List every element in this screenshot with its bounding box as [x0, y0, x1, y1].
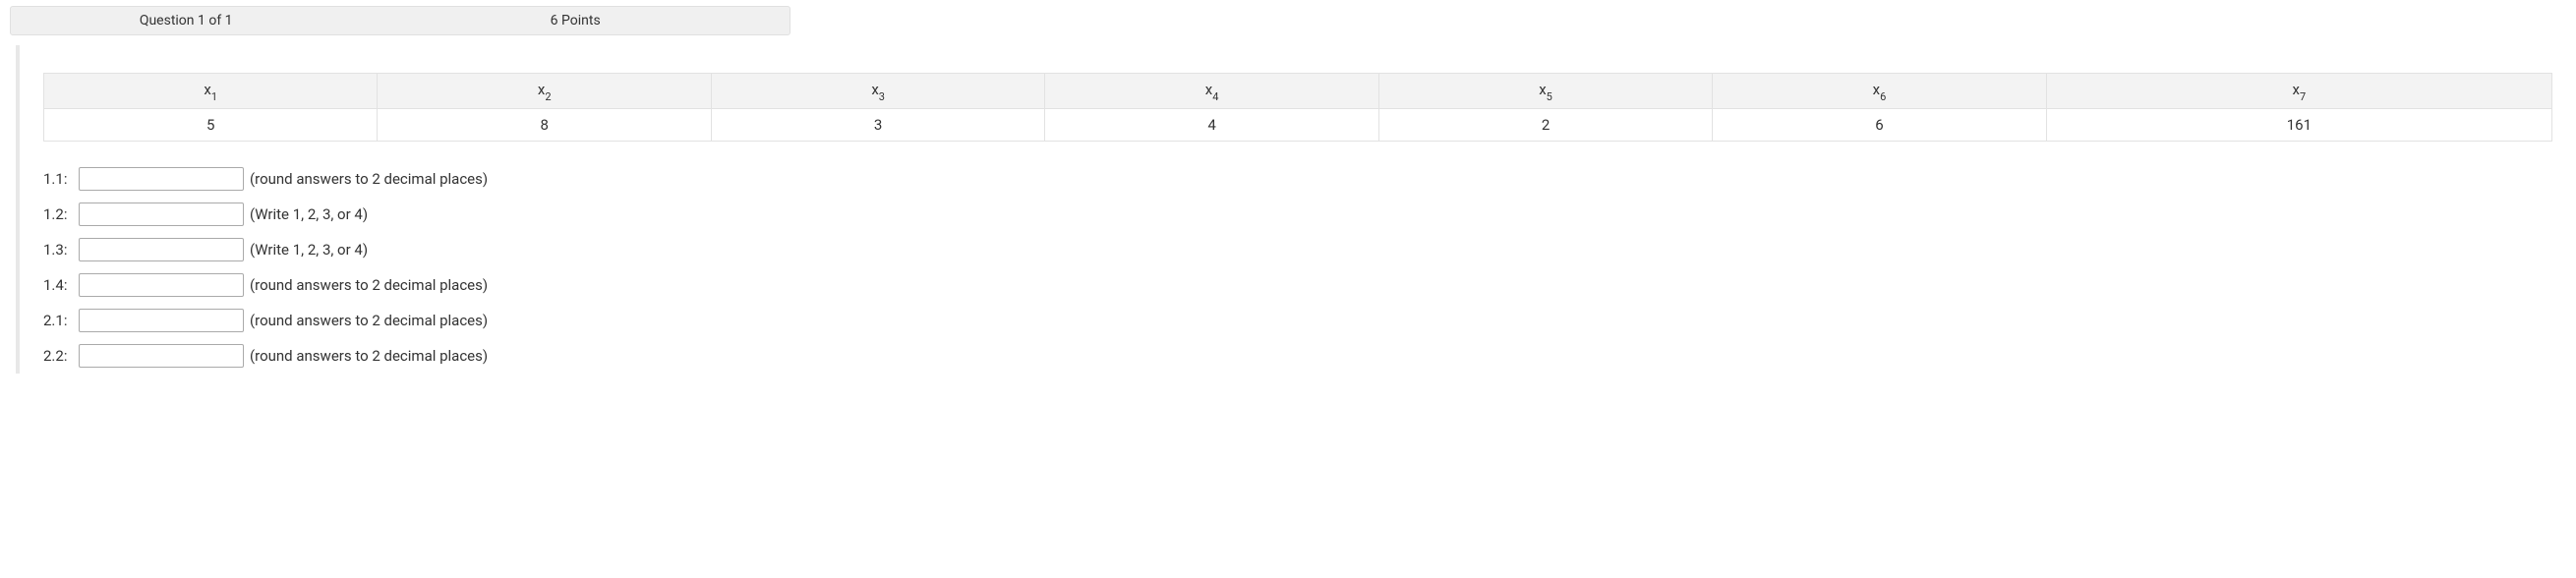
answer-input-1-3[interactable] [79, 238, 244, 261]
answer-label: 1.3: [43, 241, 73, 259]
answer-hint: (round answers to 2 decimal places) [250, 276, 488, 294]
answer-row: 2.2: (round answers to 2 decimal places) [43, 344, 2552, 368]
table-cell: 8 [378, 109, 711, 142]
table-header-cell: x4 [1045, 74, 1378, 109]
data-table: x1 x2 x3 x4 x5 x6 x7 5 8 3 4 2 6 161 [43, 73, 2552, 142]
table-header-cell: x1 [44, 74, 378, 109]
answer-row: 1.4: (round answers to 2 decimal places) [43, 273, 2552, 297]
question-content: x1 x2 x3 x4 x5 x6 x7 5 8 3 4 2 6 161 1.1… [16, 45, 2576, 374]
answer-input-2-1[interactable] [79, 309, 244, 332]
answer-label: 2.2: [43, 347, 73, 365]
answer-row: 1.3: (Write 1, 2, 3, or 4) [43, 238, 2552, 261]
question-points-label: 6 Points [361, 7, 790, 34]
answer-label: 1.4: [43, 276, 73, 294]
table-cell: 161 [2046, 109, 2551, 142]
table-header-cell: x6 [1713, 74, 2046, 109]
table-header-cell: x2 [378, 74, 711, 109]
table-header-cell: x7 [2046, 74, 2551, 109]
answer-input-1-2[interactable] [79, 202, 244, 226]
table-data-row: 5 8 3 4 2 6 161 [44, 109, 2552, 142]
table-header-row: x1 x2 x3 x4 x5 x6 x7 [44, 74, 2552, 109]
table-header-cell: x5 [1378, 74, 1712, 109]
table-cell: 4 [1045, 109, 1378, 142]
answer-label: 1.2: [43, 205, 73, 223]
answer-row: 2.1: (round answers to 2 decimal places) [43, 309, 2552, 332]
answer-hint: (round answers to 2 decimal places) [250, 312, 488, 329]
answer-hint: (Write 1, 2, 3, or 4) [250, 205, 368, 223]
answer-input-1-4[interactable] [79, 273, 244, 297]
answer-hint: (round answers to 2 decimal places) [250, 170, 488, 188]
answer-section: 1.1: (round answers to 2 decimal places)… [43, 167, 2552, 368]
table-cell: 2 [1378, 109, 1712, 142]
answer-label: 2.1: [43, 312, 73, 329]
answer-row: 1.1: (round answers to 2 decimal places) [43, 167, 2552, 191]
question-header: Question 1 of 1 6 Points [10, 6, 790, 35]
answer-input-1-1[interactable] [79, 167, 244, 191]
answer-label: 1.1: [43, 170, 73, 188]
question-number-label: Question 1 of 1 [11, 7, 361, 34]
answer-hint: (round answers to 2 decimal places) [250, 347, 488, 365]
table-cell: 3 [711, 109, 1044, 142]
answer-input-2-2[interactable] [79, 344, 244, 368]
table-cell: 5 [44, 109, 378, 142]
answer-hint: (Write 1, 2, 3, or 4) [250, 241, 368, 259]
answer-row: 1.2: (Write 1, 2, 3, or 4) [43, 202, 2552, 226]
table-cell: 6 [1713, 109, 2046, 142]
table-header-cell: x3 [711, 74, 1044, 109]
